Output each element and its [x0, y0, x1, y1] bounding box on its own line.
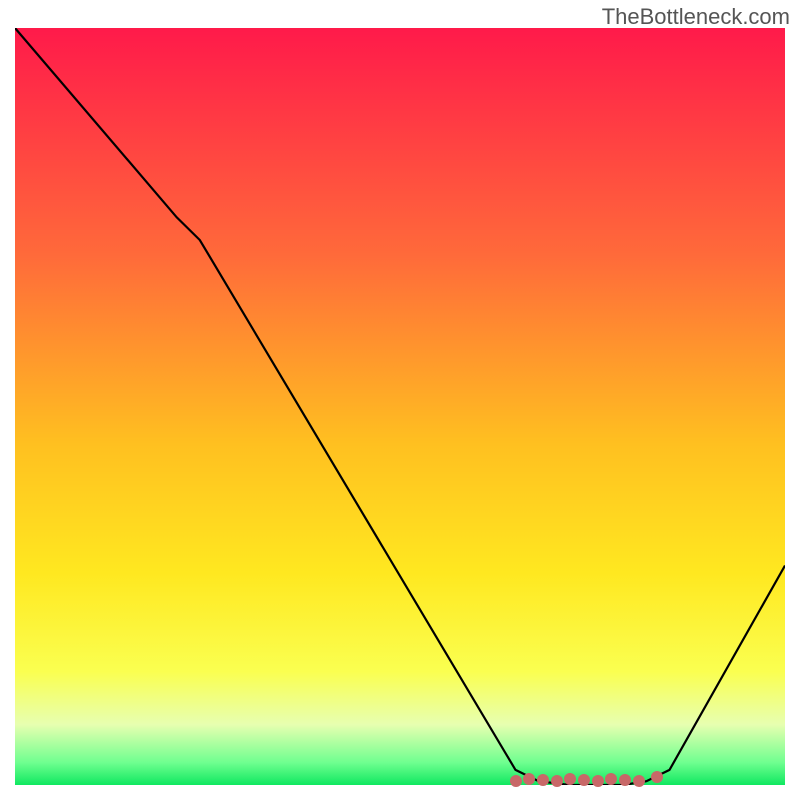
- highlight-dot: [510, 775, 522, 787]
- curve-line: [15, 28, 785, 785]
- highlight-dot: [578, 774, 590, 786]
- highlight-dot: [537, 774, 549, 786]
- highlight-dot: [592, 775, 604, 787]
- highlight-dot: [551, 775, 563, 787]
- highlight-dot: [619, 774, 631, 786]
- highlight-dot: [633, 775, 645, 787]
- watermark-text: TheBottleneck.com: [602, 4, 790, 30]
- chart-area: [15, 28, 785, 785]
- highlight-end-dot: [651, 771, 663, 783]
